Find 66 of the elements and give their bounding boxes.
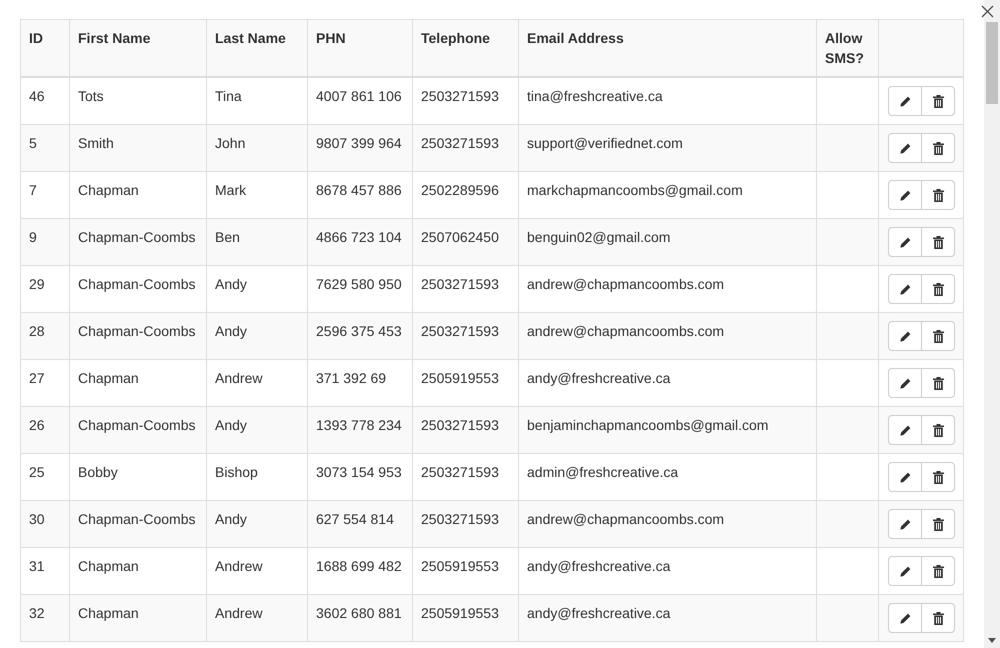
delete-button[interactable]	[921, 603, 955, 633]
table-cell: 32	[20, 594, 70, 642]
trash-icon	[932, 236, 944, 248]
delete-button[interactable]	[921, 133, 955, 163]
trash-icon	[932, 612, 944, 624]
pencil-icon	[898, 424, 912, 436]
trash-icon	[932, 376, 944, 390]
column-header: Email Address	[518, 20, 816, 77]
trash-icon	[932, 330, 944, 342]
delete-button[interactable]	[921, 227, 955, 257]
delete-button[interactable]	[921, 86, 955, 116]
close-button[interactable]	[979, 3, 995, 19]
pencil-icon	[898, 518, 912, 530]
trash-icon	[932, 188, 944, 202]
column-header: Allow SMS?	[816, 20, 878, 77]
pencil-icon	[898, 470, 912, 484]
pencil-icon	[898, 282, 912, 296]
pencil-icon	[898, 188, 912, 202]
edit-button[interactable]	[888, 556, 922, 586]
column-header: Telephone	[412, 20, 518, 77]
delete-button[interactable]	[921, 321, 955, 351]
edit-button[interactable]	[888, 603, 922, 633]
delete-button[interactable]	[921, 415, 955, 445]
edit-button[interactable]	[888, 509, 922, 539]
pencil-icon	[898, 94, 912, 108]
edit-button[interactable]	[888, 462, 922, 492]
delete-button[interactable]	[921, 462, 955, 492]
delete-button[interactable]	[921, 180, 955, 210]
trash-icon	[932, 282, 944, 296]
trash-icon	[932, 470, 944, 484]
pencil-icon	[898, 142, 912, 154]
scrollbar[interactable]	[984, 0, 1000, 648]
delete-button[interactable]	[921, 274, 955, 304]
edit-button[interactable]	[888, 180, 922, 210]
table-cell: Andrew	[206, 594, 308, 642]
scroll-down-icon[interactable]	[988, 638, 996, 643]
trash-icon	[932, 564, 944, 578]
pencil-icon	[898, 236, 912, 248]
table-cell: 2505919553	[412, 594, 518, 642]
trash-icon	[932, 424, 944, 436]
pencil-icon	[898, 376, 912, 390]
edit-button[interactable]	[888, 274, 922, 304]
close-icon	[980, 4, 994, 18]
delete-button[interactable]	[921, 368, 955, 398]
table-cell: 3602 680 881	[308, 594, 412, 642]
delete-button[interactable]	[921, 556, 955, 586]
pencil-icon	[898, 564, 912, 578]
column-header: First Name	[70, 20, 206, 77]
trash-icon	[932, 142, 944, 154]
table-cell: andy@freshcreative.ca	[518, 594, 816, 642]
pencil-icon	[898, 330, 912, 342]
edit-button[interactable]	[888, 133, 922, 163]
trash-icon	[932, 518, 944, 530]
pencil-icon	[898, 612, 912, 624]
edit-button[interactable]	[888, 415, 922, 445]
column-header: PHN	[308, 20, 412, 77]
edit-button[interactable]	[888, 368, 922, 398]
edit-button[interactable]	[888, 86, 922, 116]
edit-button[interactable]	[888, 227, 922, 257]
column-header: ID	[20, 20, 70, 77]
trash-icon	[932, 94, 944, 108]
edit-button[interactable]	[888, 321, 922, 351]
delete-button[interactable]	[921, 509, 955, 539]
scrollbar-thumb[interactable]	[986, 22, 998, 104]
table-cell: Chapman	[70, 594, 206, 642]
column-header: Last Name	[206, 20, 308, 77]
